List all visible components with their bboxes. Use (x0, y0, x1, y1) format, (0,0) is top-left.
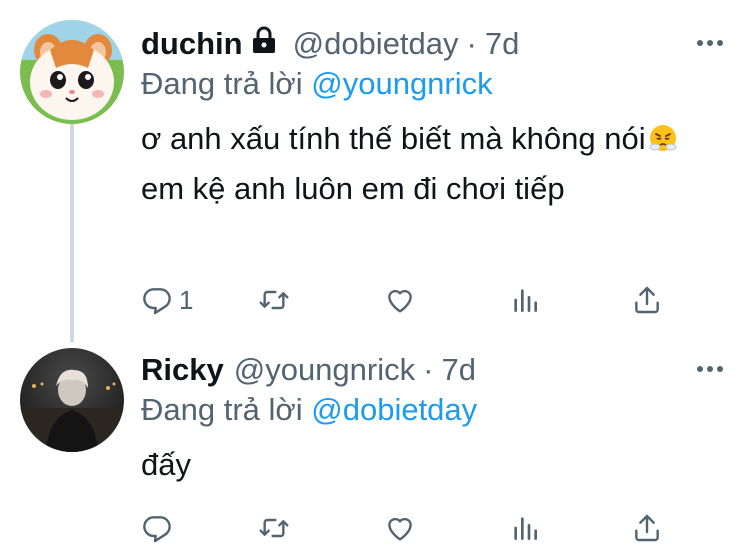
more-icon[interactable] (690, 354, 730, 384)
replying-to-label: Đang trả lời (141, 392, 303, 427)
timestamp[interactable]: 7d (441, 352, 475, 388)
person-photo-avatar-image (20, 348, 124, 452)
tweet-actions: 1 (141, 280, 681, 320)
reply-icon (143, 288, 171, 315)
lock-icon (251, 26, 277, 62)
user-handle[interactable]: @dobietday (293, 26, 459, 62)
views-button[interactable] (509, 508, 541, 548)
share-icon (635, 514, 659, 542)
tweet-body: duchin @dobietday · 7d Đang trả lời @you… (141, 24, 730, 214)
retweet-button[interactable] (258, 280, 290, 320)
like-button[interactable] (384, 280, 416, 320)
reply-button[interactable]: 1 (141, 280, 193, 320)
retweet-icon (259, 518, 289, 538)
replying-to: Đang trả lời @youngnrick (141, 66, 730, 110)
tweet-text: ơ anh xấu tính thế biết mà không nói em … (141, 114, 701, 214)
display-name[interactable]: Ricky (141, 352, 224, 388)
like-button[interactable] (384, 508, 416, 548)
steam-from-nose-emoji-icon (648, 118, 678, 151)
user-handle[interactable]: @youngnrick (234, 352, 415, 388)
like-icon (388, 517, 412, 541)
tweet-actions (141, 508, 681, 548)
share-button[interactable] (631, 280, 663, 320)
tweet-text: đấy (141, 447, 191, 482)
tweet-header: Ricky @youngnrick · 7d (141, 350, 730, 390)
tweet-body: Ricky @youngnrick · 7d Đang trả lời @dob… (141, 350, 730, 490)
reply-thread: duchin @dobietday · 7d Đang trả lời @you… (0, 0, 750, 558)
tweet[interactable]: duchin @dobietday · 7d Đang trả lời @you… (0, 0, 750, 342)
avatar[interactable] (20, 20, 124, 124)
retweet-button[interactable] (258, 508, 290, 548)
separator-dot: · (423, 352, 434, 387)
retweet-icon (259, 290, 289, 310)
tweet[interactable]: Ricky @youngnrick · 7d Đang trả lời @dob… (0, 340, 750, 558)
share-button[interactable] (631, 508, 663, 548)
views-icon (514, 517, 537, 540)
reply-icon (143, 516, 171, 543)
replying-to: Đang trả lời @dobietday (141, 392, 730, 436)
avatar[interactable] (20, 348, 124, 452)
share-icon (635, 286, 659, 314)
views-icon (514, 289, 537, 312)
reply-count: 1 (179, 284, 194, 315)
tweet-text-part: em kệ anh luôn em đi chơi tiếp (141, 171, 565, 206)
views-button[interactable] (509, 280, 541, 320)
like-icon (388, 289, 412, 313)
tweet-header: duchin @dobietday · 7d (141, 24, 730, 64)
thread-connector-line (70, 124, 74, 342)
replying-to-label: Đang trả lời (141, 66, 303, 101)
reply-button[interactable] (141, 508, 179, 548)
more-icon[interactable] (690, 28, 730, 58)
hamster-avatar-image (20, 20, 124, 124)
mention-link[interactable]: @youngnrick (311, 66, 492, 101)
mention-link[interactable]: @dobietday (311, 392, 477, 427)
display-name[interactable]: duchin (141, 26, 243, 62)
separator-dot: · (466, 26, 477, 61)
timestamp[interactable]: 7d (485, 26, 519, 62)
tweet-text-part: ơ anh xấu tính thế biết mà không nói (141, 121, 646, 156)
